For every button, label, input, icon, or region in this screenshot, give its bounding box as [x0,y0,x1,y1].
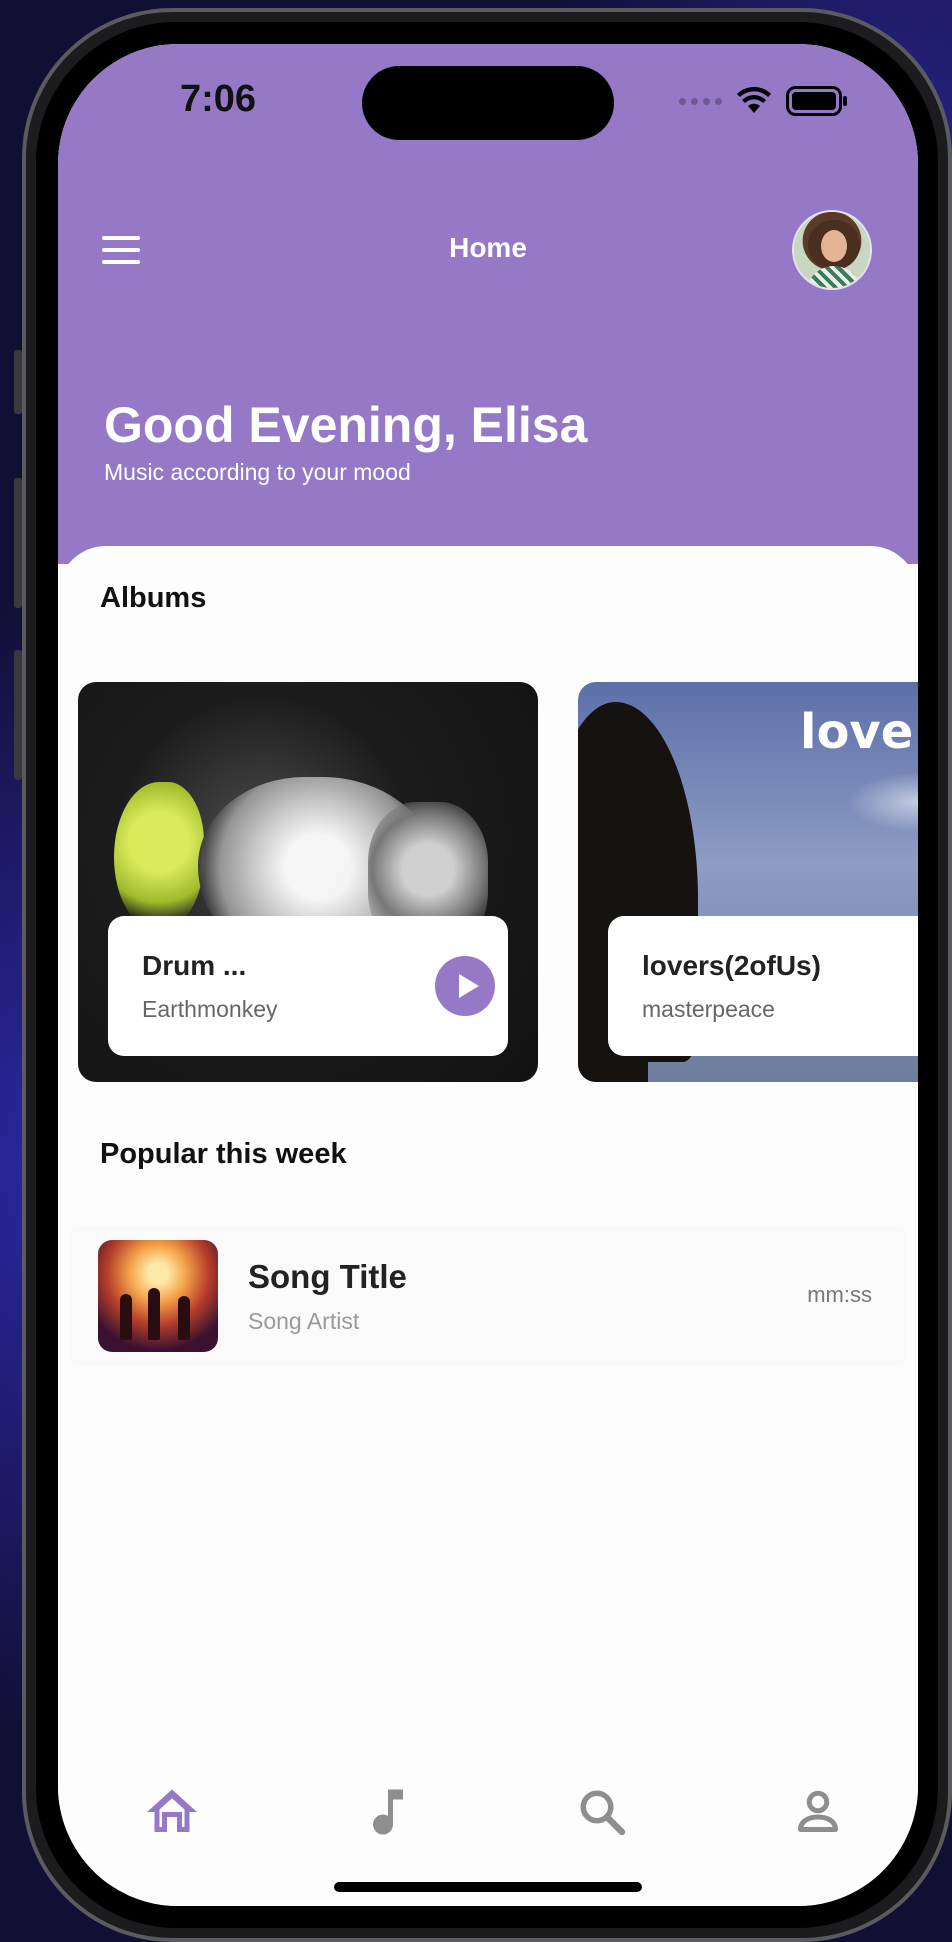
search-icon [580,1790,626,1836]
bottom-tab-bar [58,1782,918,1862]
album-info-card: Drum ... Earthmonkey [108,916,508,1056]
album-name: Drum ... [142,950,247,981]
song-duration: mm:ss [807,1282,872,1307]
home-icon [147,1789,197,1832]
popular-section-title: Popular this week [100,1138,347,1170]
album-info-card: lovers(2ofUs) masterpeace [608,916,918,1056]
wifi-icon [736,87,772,115]
device-volume-up [14,478,22,608]
play-button[interactable] [435,956,495,1016]
status-time: 7:06 [180,78,257,120]
album-name: lovers(2ofUs) [642,950,821,981]
tab-home[interactable] [142,1782,202,1842]
album-card[interactable]: love lovers(2ofUs) masterpeace [578,682,918,1082]
music-note-icon [373,1789,403,1835]
battery-icon [786,86,848,116]
profile-icon [798,1790,838,1832]
album-artist: masterpeace [642,996,775,1022]
device-volume-down [14,650,22,780]
dynamic-island [362,66,614,140]
tab-profile[interactable] [788,1782,848,1842]
page-title: Home [449,232,527,263]
tab-music[interactable] [358,1782,418,1842]
albums-section-title: Albums [100,582,207,614]
status-icons [679,86,848,116]
album-card[interactable]: Drum ... Earthmonkey [78,682,538,1082]
album-cover-text: love [800,704,914,760]
album-artist: Earthmonkey [142,996,278,1022]
home-indicator[interactable] [334,1882,642,1892]
avatar[interactable] [792,210,872,290]
greeting-subtitle: Music according to your mood [104,459,411,485]
tab-search[interactable] [572,1782,632,1842]
main-content: Albums Drum ... Earthmonkey love lovers(… [58,546,918,1906]
device-silent-switch [14,350,22,414]
greeting-heading: Good Evening, Elisa [104,397,588,453]
song-thumbnail [98,1240,218,1352]
song-artist: Song Artist [248,1308,360,1334]
app-header: 7:06 Home Good Evening, Elisa Music acco… [58,44,918,564]
song-title: Song Title [248,1258,407,1295]
app-screen: 7:06 Home Good Evening, Elisa Music acco… [58,44,918,1906]
album-cover-art [114,782,204,932]
cellular-signal-icon [679,97,722,105]
song-list-item[interactable]: Song Title Song Artist mm:ss [70,1226,906,1366]
